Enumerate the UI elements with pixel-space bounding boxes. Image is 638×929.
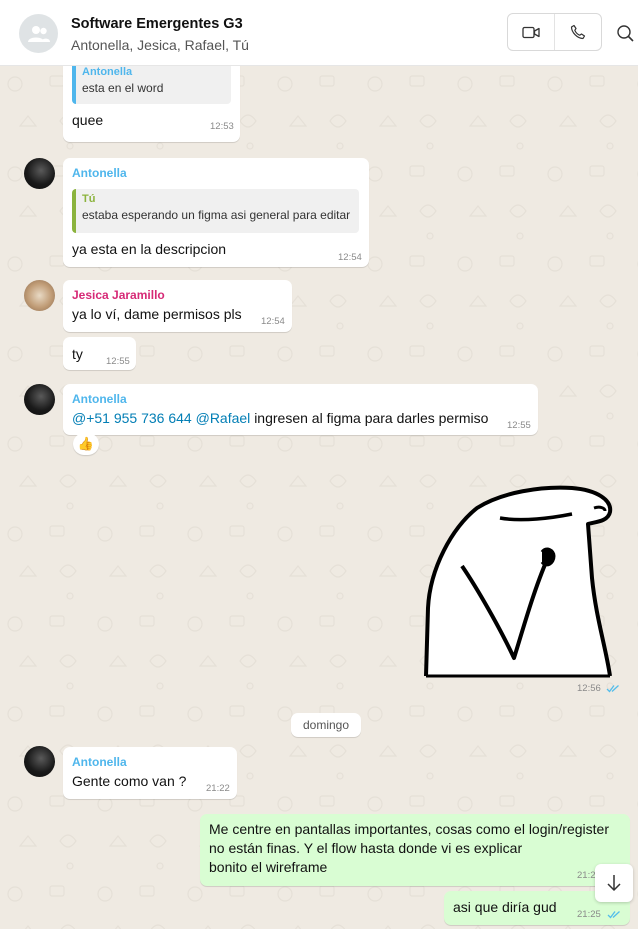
message-time: 21:22 (206, 783, 230, 794)
quoted-sender: Tú (82, 193, 96, 205)
avatar-antonella[interactable] (24, 158, 55, 189)
message-bubble[interactable]: Antonella @+51 955 736 644 @Rafael ingre… (63, 384, 538, 435)
double-check-icon (607, 911, 620, 919)
group-icon (27, 25, 50, 42)
message-time: 12:56 (577, 683, 601, 694)
sender-name[interactable]: Antonella (72, 392, 127, 406)
message-bubble[interactable]: ty 12:55 (63, 337, 136, 370)
sender-name[interactable]: Antonella (72, 755, 127, 769)
message-bubble[interactable]: Antonella esta en el word quee 12:53 (63, 66, 240, 142)
quoted-text: esta en el word (82, 81, 164, 95)
phone-icon (570, 24, 586, 40)
message-time: 12:54 (338, 252, 362, 263)
message-time: 21:25 (577, 909, 601, 920)
sender-name[interactable]: Antonella (72, 166, 127, 180)
reaction-badge[interactable]: 👍 (73, 433, 99, 455)
video-camera-icon (522, 26, 540, 38)
message-text: ya lo ví, dame permisos pls (72, 306, 242, 322)
chat-members[interactable]: Antonella, Jesica, Rafael, Tú (71, 37, 249, 53)
search-icon (617, 25, 634, 42)
message-text-line: no están finas. Y el flow hasta donde vi… (209, 840, 523, 856)
message-time: 12:53 (210, 121, 234, 132)
group-avatar[interactable] (19, 14, 58, 53)
message-text: asi que diría gud (453, 899, 557, 915)
call-buttons (507, 13, 602, 51)
quoted-message[interactable]: Tú estaba esperando un figma asi general… (72, 189, 359, 233)
video-call-button[interactable] (508, 14, 554, 50)
message-text: quee (72, 112, 104, 128)
avatar-antonella[interactable] (24, 384, 55, 415)
quoted-message[interactable]: Antonella esta en el word (72, 66, 231, 104)
quoted-sender: Antonella (82, 66, 133, 78)
message-list[interactable]: Antonella esta en el word quee 12:53 Ant… (0, 66, 638, 929)
voice-call-button[interactable] (554, 14, 601, 50)
mention[interactable]: @+51 955 736 644 (72, 410, 192, 426)
message-text-line: bonito el wireframe (209, 859, 328, 875)
quoted-text: estaba esperando un figma asi general pa… (82, 208, 351, 222)
message-text-line: Me centre en pantallas importantes, cosa… (209, 821, 609, 837)
message-text: ya esta en la descripcion (72, 241, 227, 257)
double-check-icon (606, 685, 619, 693)
message-text: @+51 955 736 644 @Rafael ingresen al fig… (72, 410, 488, 426)
arrow-down-icon (607, 875, 621, 892)
avatar-antonella[interactable] (24, 746, 55, 777)
message-bubble[interactable]: Antonella Gente como van ? 21:22 (63, 747, 237, 799)
message-bubble[interactable]: Jesica Jaramillo ya lo ví, dame permisos… (63, 280, 292, 332)
message-time: 12:55 (106, 356, 130, 367)
search-button[interactable] (614, 22, 638, 46)
message-time: 12:55 (507, 420, 531, 431)
sender-name[interactable]: Jesica Jaramillo (72, 288, 165, 302)
message-text: Gente como van ? (72, 773, 187, 789)
message-bubble[interactable]: Antonella Tú estaba esperando un figma a… (63, 158, 369, 267)
message-time: 12:54 (261, 316, 285, 327)
scroll-to-bottom-button[interactable] (595, 864, 633, 902)
message-time: 21:2 (577, 870, 596, 881)
mention[interactable]: @Rafael (196, 410, 251, 426)
sticker-image[interactable] (422, 478, 614, 678)
sticker-drawing (424, 485, 613, 678)
chat-header: Software Emergentes G3 Antonella, Jesica… (0, 0, 638, 66)
message-text: ty (72, 346, 83, 362)
day-separator: domingo (291, 713, 361, 737)
avatar-jesica[interactable] (24, 280, 55, 311)
outgoing-message-bubble[interactable]: Me centre en pantallas importantes, cosa… (200, 814, 630, 886)
message-body: ingresen al figma para darles permiso (254, 410, 489, 426)
chat-title[interactable]: Software Emergentes G3 (71, 16, 243, 32)
